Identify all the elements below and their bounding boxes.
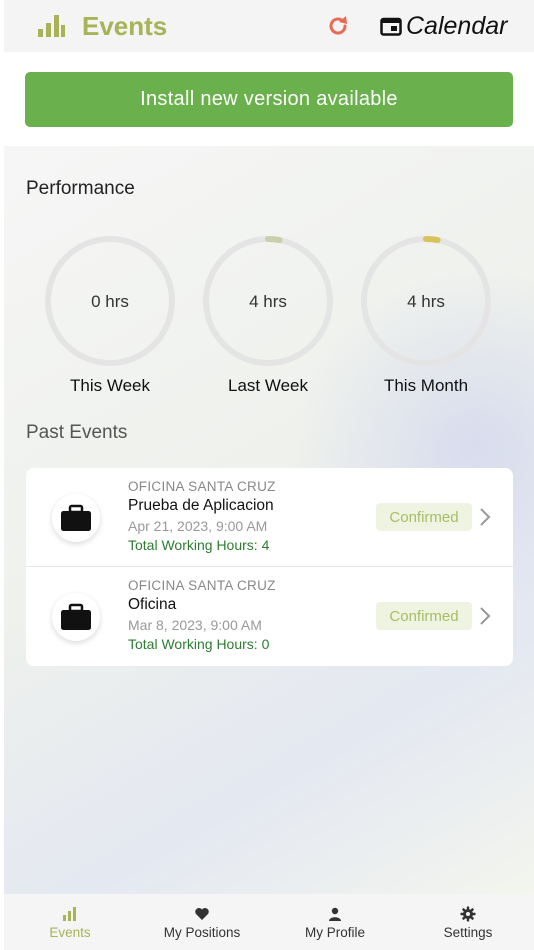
- progress-ring: 4 hrs: [361, 236, 491, 366]
- nav-label: Settings: [443, 925, 493, 940]
- app-header: Events Calendar: [4, 0, 534, 52]
- event-name: Oficina: [128, 596, 177, 613]
- progress-ring: 4 hrs: [203, 236, 333, 366]
- calendar-button[interactable]: Calendar: [380, 8, 507, 44]
- list-item[interactable]: OFICINA SANTA CRUZ Prueba de Aplicacion …: [26, 468, 513, 567]
- ring-value: 4 hrs: [249, 292, 287, 311]
- performance-title: Performance: [26, 178, 135, 199]
- chevron-right-icon[interactable]: [478, 605, 492, 627]
- nav-item-my-positions[interactable]: My Positions: [136, 894, 268, 950]
- past-events-list: OFICINA SANTA CRUZ Prueba de Aplicacion …: [26, 468, 513, 666]
- event-date: Apr 21, 2023, 9:00 AM: [128, 518, 268, 534]
- briefcase-icon: [61, 504, 91, 531]
- bar-chart-icon: [38, 15, 65, 37]
- status-badge: Confirmed: [376, 503, 472, 531]
- nav-label: My Profile: [304, 925, 365, 940]
- gear-icon: [460, 906, 476, 922]
- install-update-button[interactable]: Install new version available: [25, 72, 513, 127]
- event-avatar: [52, 593, 100, 641]
- list-item[interactable]: OFICINA SANTA CRUZ Oficina Mar 8, 2023, …: [26, 567, 513, 666]
- page-title: Events: [82, 11, 168, 41]
- nav-item-events[interactable]: Events: [4, 894, 136, 950]
- progress-ring: 0 hrs: [45, 236, 175, 366]
- nav-label: My Positions: [163, 925, 241, 940]
- event-name: Prueba de Aplicacion: [128, 497, 274, 514]
- person-icon: [329, 907, 341, 921]
- calendar-label: Calendar: [406, 11, 508, 40]
- ring-label: This Week: [70, 376, 150, 395]
- performance-ring-this-month: 4 hrs This Month: [351, 236, 501, 396]
- event-organization: OFICINA SANTA CRUZ: [128, 479, 276, 494]
- refresh-icon[interactable]: [324, 12, 352, 40]
- calendar-icon: [380, 17, 402, 36]
- ring-value: 0 hrs: [91, 292, 129, 311]
- event-date: Mar 8, 2023, 9:00 AM: [128, 617, 262, 633]
- install-banner-area: Install new version available: [0, 52, 534, 146]
- event-organization: OFICINA SANTA CRUZ: [128, 578, 276, 593]
- event-avatar: [52, 494, 100, 542]
- ring-label: This Month: [383, 376, 469, 395]
- bottom-nav: Events My Positions My Profile Settings: [4, 894, 534, 950]
- chevron-right-icon[interactable]: [478, 506, 492, 528]
- performance-ring-last-week: 4 hrs Last Week: [193, 236, 343, 396]
- bar-chart-icon: [63, 907, 76, 921]
- event-working-hours: Total Working Hours: 4: [128, 537, 270, 553]
- briefcase-icon: [61, 603, 91, 630]
- nav-item-settings[interactable]: Settings: [402, 894, 534, 950]
- heart-icon: [195, 908, 209, 920]
- event-working-hours: Total Working Hours: 0: [128, 636, 270, 652]
- nav-item-my-profile[interactable]: My Profile: [269, 894, 401, 950]
- ring-label: Last Week: [227, 376, 308, 395]
- nav-label: Events: [49, 925, 91, 940]
- performance-ring-this-week: 0 hrs This Week: [35, 236, 185, 396]
- main-content: Performance 0 hrs This Week 4 hrs Last W…: [4, 146, 534, 894]
- ring-value: 4 hrs: [407, 292, 445, 311]
- past-events-title: Past Events: [26, 422, 128, 443]
- status-badge: Confirmed: [376, 602, 472, 630]
